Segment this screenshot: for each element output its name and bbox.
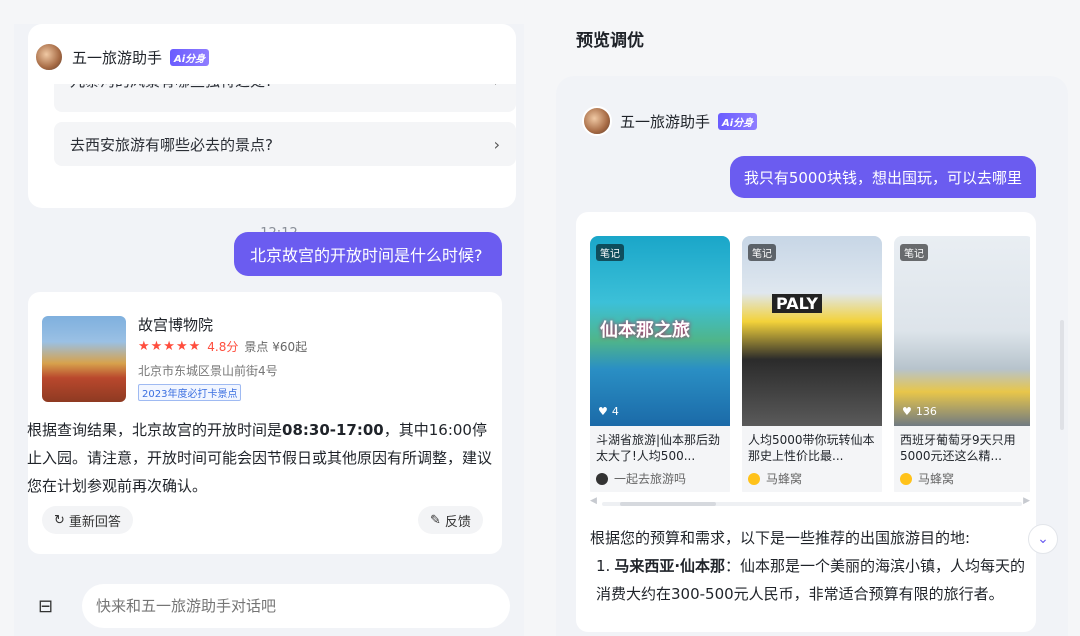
note-card[interactable]: 笔记 ♥ 136 西班牙葡萄牙9天只用5000元还这么精... 马蜂窝 <box>894 236 1030 492</box>
user-message-bubble: 我只有5000块钱，想出国玩，可以去哪里 <box>729 156 1036 198</box>
star-rating-icon: ★★★★★ <box>138 339 202 354</box>
bot-name: 五一旅游助手 <box>620 112 711 131</box>
note-card[interactable]: 笔记 仙本那之旅 ♥ 4 斗湖省旅游|仙本那后劲太大了!人均500... 一起去旅… <box>590 236 730 492</box>
poi-category: 景点 ¥60起 <box>244 340 308 354</box>
note-image: 笔记 仙本那之旅 ♥ 4 <box>590 236 730 426</box>
scroll-right-icon[interactable]: ▶ <box>1023 496 1030 506</box>
notes-scrollbar[interactable]: ◀ ▶ <box>590 496 1030 506</box>
note-author-name: 一起去旅游吗 <box>614 472 687 486</box>
feedback-button[interactable]: ✎ 反馈 <box>418 506 483 534</box>
poi-title[interactable]: 故宫博物院 <box>138 314 213 335</box>
suggestion-card: 九寨沟的风景有哪些独特之处? › 去西安旅游有哪些必去的景点? › <box>28 64 516 208</box>
chevron-right-icon: › <box>493 134 500 154</box>
recommendation-item: 1. 马来西亚·仙本那：仙本那是一个美丽的海滨小镇，人均每天的消费大约在300-5… <box>590 552 1030 608</box>
regenerate-button[interactable]: ↻ 重新回答 <box>42 506 133 534</box>
answer-intro: 根据您的预算和需求，以下是一些推荐的出国旅游目的地: <box>590 529 971 547</box>
bot-name: 五一旅游助手 <box>72 48 163 67</box>
note-image: 笔记 ♥ 136 <box>894 236 1030 426</box>
note-likes: ♥ 4 <box>598 405 619 418</box>
heart-icon: ♥ <box>598 405 608 418</box>
note-image-text: 仙本那之旅 <box>600 320 690 341</box>
feedback-label: 反馈 <box>444 514 471 530</box>
note-likes: ♥ 136 <box>902 405 937 418</box>
user-message-text: 我只有5000块钱，想出国玩，可以去哪里 <box>743 168 1022 187</box>
answer-text: 根据查询结果，北京故宫的开放时间是08:30-17:00，其中16:00停止入园… <box>27 416 501 500</box>
user-message-bubble: 北京故宫的开放时间是什么时候? <box>234 232 502 276</box>
note-tag: 笔记 <box>596 244 624 261</box>
poi-address: 北京市东城区景山前街4号 <box>138 364 278 378</box>
poi-score: 4.8分 <box>207 340 239 354</box>
bot-avatar <box>34 42 64 72</box>
answer-text: 根据您的预算和需求，以下是一些推荐的出国旅游目的地: 1. 马来西亚·仙本那：仙本… <box>590 524 1030 608</box>
suggestion-item[interactable]: 去西安旅游有哪些必去的景点? › <box>54 122 516 166</box>
page-title: 预览调优 <box>576 31 644 51</box>
note-author: 马蜂窝 <box>894 466 1030 491</box>
author-avatar <box>900 472 912 485</box>
scrollbar-thumb[interactable] <box>620 502 716 506</box>
note-tag: 笔记 <box>748 244 776 261</box>
ai-badge: Ai分身 <box>170 48 210 66</box>
poi-rating: ★★★★★ 4.8分 景点 ¥60起 <box>138 338 307 355</box>
note-author-name: 马蜂窝 <box>918 472 955 486</box>
item-number: 1. <box>596 557 611 575</box>
refresh-icon: ↻ <box>54 512 65 528</box>
suggestion-text: 去西安旅游有哪些必去的景点? <box>70 135 273 154</box>
preview-panel: 五一旅游助手 Ai分身 我只有5000块钱，想出国玩，可以去哪里 笔记 仙本那之… <box>556 76 1068 636</box>
heart-icon: ♥ <box>902 405 912 418</box>
chat-input-bar: ⊟ <box>28 584 510 628</box>
answer-card: 笔记 仙本那之旅 ♥ 4 斗湖省旅游|仙本那后劲太大了!人均500... 一起去旅… <box>576 212 1036 632</box>
scroll-left-icon[interactable]: ◀ <box>590 496 597 506</box>
note-likes-count: 136 <box>915 405 937 418</box>
author-avatar <box>596 472 608 485</box>
chat-input[interactable] <box>82 584 510 628</box>
note-likes-count: 4 <box>611 405 619 418</box>
scroll-down-button[interactable]: ⌄ <box>1028 524 1058 554</box>
note-image-text: PALY <box>772 294 822 313</box>
note-tag: 笔记 <box>900 244 928 261</box>
author-avatar <box>748 472 760 485</box>
chevron-down-icon: ⌄ <box>1037 531 1049 547</box>
feedback-icon: ✎ <box>430 512 441 528</box>
note-image: 笔记 PALY <box>742 236 882 426</box>
poi-badge: 2023年度必打卡景点 <box>138 384 242 401</box>
poi-image[interactable] <box>42 316 126 402</box>
answer-card: 故宫博物院 ★★★★★ 4.8分 景点 ¥60起 北京市东城区景山前街4号 20… <box>27 292 502 554</box>
preview-chat-header: 五一旅游助手 Ai分身 <box>582 106 758 136</box>
note-title: 西班牙葡萄牙9天只用5000元还这么精... <box>900 433 1016 463</box>
answer-text-before: 根据查询结果，北京故宫的开放时间是 <box>27 421 283 439</box>
preview-scrollbar[interactable] <box>1060 320 1064 430</box>
note-author: 一起去旅游吗 <box>590 466 730 491</box>
regenerate-label: 重新回答 <box>68 514 121 530</box>
item-name: 马来西亚·仙本那 <box>614 557 726 575</box>
user-message-text: 北京故宫的开放时间是什么时候? <box>250 246 483 265</box>
new-chat-icon[interactable]: ⊟ <box>38 596 58 617</box>
chat-header: 五一旅游助手 Ai分身 <box>34 42 210 72</box>
note-title: 人均5000带你玩转仙本那史上性价比最... <box>748 433 875 463</box>
bot-avatar <box>582 106 612 136</box>
note-card[interactable]: 笔记 PALY 人均5000带你玩转仙本那史上性价比最... 马蜂窝 <box>742 236 882 492</box>
note-author-name: 马蜂窝 <box>766 472 803 486</box>
notes-carousel[interactable]: 笔记 仙本那之旅 ♥ 4 斗湖省旅游|仙本那后劲太大了!人均500... 一起去旅… <box>590 236 1030 492</box>
answer-highlight: 08:30-17:00 <box>282 421 384 439</box>
ai-badge: Ai分身 <box>718 112 758 130</box>
note-title: 斗湖省旅游|仙本那后劲太大了!人均500... <box>596 433 721 463</box>
note-author: 马蜂窝 <box>742 466 882 491</box>
